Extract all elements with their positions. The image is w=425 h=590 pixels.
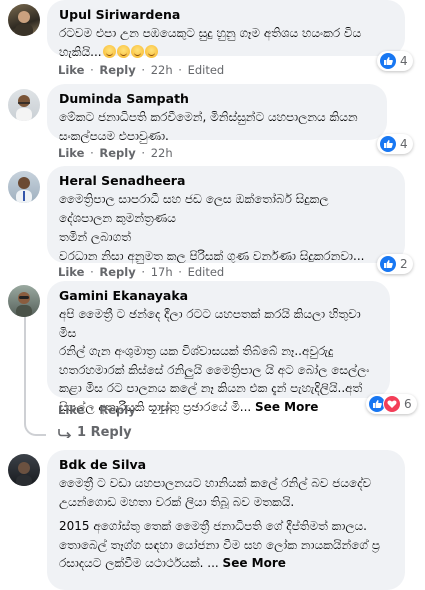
comment-line: උයන්ගොඩ මහතා වරක් ලියා තිබූ බව මතකයි. — [59, 494, 295, 509]
like-reaction-icon — [379, 135, 397, 153]
grinning-emoji-icon — [102, 45, 158, 59]
author-name[interactable]: Upul Siriwardena — [59, 7, 393, 23]
like-link[interactable]: Like — [58, 403, 84, 417]
reaction-summary[interactable]: 4 — [377, 51, 413, 71]
reaction-summary[interactable]: 2 — [377, 254, 413, 274]
like-link[interactable]: Like — [58, 265, 84, 279]
comment-bubble: Bdk de Silva මෛත්‍රී ට වඩා යහපාලනයට හානි… — [47, 450, 405, 590]
timestamp[interactable]: 21h — [151, 403, 173, 417]
replies-count-text[interactable]: 1 Reply — [77, 425, 132, 440]
reply-link[interactable]: Reply — [99, 146, 135, 160]
view-replies-link[interactable]: 1 Reply — [58, 425, 132, 440]
avatar-photo-icon — [16, 292, 32, 317]
comment-actions: Like · Reply · 17h · Edited — [58, 265, 225, 279]
comment-text: මේකට ජනාධිපති කරවීමෙන්, මිනිස්සුන්ට යහපා… — [59, 108, 375, 146]
comment-line-text: රසාදයට ලක්වීම යථාර්ථයක්. ... — [59, 556, 219, 570]
comment-line-text: හැකියි... — [59, 45, 102, 59]
see-more-link[interactable]: See More — [255, 400, 318, 414]
comment-bubble: Duminda Sampath මේකට ජනාධිපති කරවීමෙන්, … — [47, 84, 387, 143]
reply-thread-line — [24, 300, 26, 418]
timestamp[interactable]: 17h — [151, 265, 173, 279]
avatar[interactable] — [8, 89, 40, 121]
reaction-count: 2 — [400, 257, 408, 271]
reaction-count: 4 — [400, 137, 408, 151]
avatar[interactable] — [8, 454, 40, 486]
comment-line: දේශපාලන කුමන්ත්‍රණය — [59, 211, 176, 225]
edited-label[interactable]: Edited — [188, 63, 225, 77]
timestamp[interactable]: 22h — [151, 63, 173, 77]
reply-arrow-icon — [58, 428, 72, 438]
comment-line: වරධාන නිසා අනුමත කල පිරිසක් ගුණ වර්නණා ස… — [59, 249, 365, 263]
comment-actions: Like · Reply · 22h · Edited — [58, 63, 225, 77]
author-name[interactable]: Heral Senadheera — [59, 173, 393, 189]
comment-text: අපි මෛත්‍රී ට ඡන්දෙ දීලා රටට යහපතක් කරයි… — [59, 305, 378, 416]
comment-line: තොබෙල් තෑග්ග සඳහා යෝජනා වීම සහ ලෝක නායකය… — [59, 537, 380, 552]
author-name[interactable]: Duminda Sampath — [59, 91, 375, 107]
like-link[interactable]: Like — [58, 63, 84, 77]
reply-thread-connector — [24, 414, 46, 436]
reaction-count: 6 — [404, 397, 412, 411]
avatar[interactable] — [8, 171, 40, 203]
author-name[interactable]: Gamini Ekanayaka — [59, 288, 378, 304]
comment-bubble: Upul Siriwardena රටවම එපා උන පඹයෙකුට සුද… — [47, 0, 405, 59]
comment-line: හතරහමාරක් කිස්සේ රනිලුයි මෛත්‍රිපාල යි අ… — [59, 362, 370, 377]
reaction-summary[interactable]: 6 — [366, 394, 417, 414]
avatar[interactable] — [8, 4, 40, 36]
avatar-photo-icon — [16, 177, 32, 203]
love-reaction-icon — [383, 395, 401, 413]
comment-bubble: Heral Senadheera මෛත්‍රිපාල සාපරාධී සහ ජ… — [47, 166, 405, 263]
reply-link[interactable]: Reply — [99, 265, 135, 279]
comment-line: කළා මිස රට පාලනය කලේ නෑ කියන එක දැන් පැහ… — [59, 381, 363, 395]
see-more-link[interactable]: See More — [223, 556, 286, 570]
comment-text: මෛත්‍රී ට වඩා යහපාලනයට හානියක් කලේ රනිල්… — [59, 474, 393, 573]
avatar-photo-icon — [15, 11, 33, 36]
reply-link[interactable]: Reply — [99, 63, 135, 77]
comment-line: අපි මෛත්‍රී ට ඡන්දෙ දීලා රටට යහපතක් කරයි… — [59, 307, 361, 340]
comment-line: රසාදයට ලක්වීම යථාර්ථයක්. ... See More — [59, 554, 393, 573]
avatar-photo-icon — [16, 462, 32, 486]
comment-line: මෛත්‍රී ට වඩා යහපාලනයට හානියක් කලේ රනිල්… — [59, 476, 372, 490]
author-name[interactable]: Bdk de Silva — [59, 457, 393, 473]
comment-line: මෛත්‍රිපාල සාපරාධී සහ ජඩ ලෙස ඔක්තෝබර් සි… — [59, 192, 329, 206]
comment-line: හැකියි... — [59, 43, 393, 62]
comment-line: රටවම එපා උන පඹයෙකුට සුදු හුනු ගෑම අතිශය … — [59, 26, 362, 40]
reply-link[interactable]: Reply — [99, 403, 135, 417]
comment-line: 2015 අගෝස්තු තෙක් මෛත්‍රී ජනාධිපති ගේ දී… — [59, 519, 367, 533]
comment-line: තමින් ලබාගත් — [59, 230, 131, 244]
like-reaction-icon — [379, 255, 397, 273]
like-link[interactable]: Like — [58, 146, 84, 160]
edited-label[interactable]: Edited — [188, 265, 225, 279]
comment-bubble: Gamini Ekanayaka අපි මෛත්‍රී ට ඡන්දෙ දීල… — [47, 281, 390, 414]
avatar-photo-icon — [16, 95, 32, 121]
comment-line: සංකල්පයම එපාවුණා. — [59, 129, 169, 143]
comment-actions: Like · Reply · 22h — [58, 146, 173, 160]
timestamp[interactable]: 22h — [151, 146, 173, 160]
comment-text: මෛත්‍රිපාල සාපරාධී සහ ජඩ ලෙස ඔක්තෝබර් සි… — [59, 190, 393, 266]
avatar[interactable] — [8, 285, 40, 317]
comment-text: රටවම එපා උන පඹයෙකුට සුදු හුනු ගෑම අතිශය … — [59, 24, 393, 62]
comment-line: රනිල් ගැන අංශුමාත්‍ර යක විශ්වාසයක් තිබ්බ… — [59, 344, 334, 358]
reaction-summary[interactable]: 4 — [377, 134, 413, 154]
comment-line: මේකට ජනාධිපති කරවීමෙන්, මිනිස්සුන්ට යහපා… — [59, 110, 358, 124]
like-reaction-icon — [379, 52, 397, 70]
comment-actions: Like · Reply · 21h — [58, 403, 173, 417]
reaction-count: 4 — [400, 54, 408, 68]
